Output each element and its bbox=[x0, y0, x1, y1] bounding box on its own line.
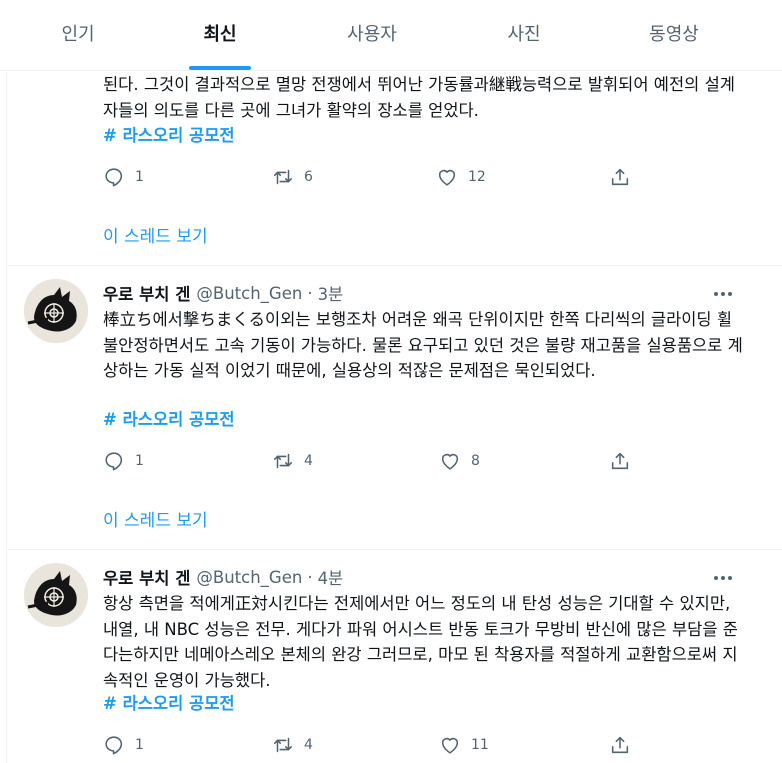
share-icon bbox=[611, 168, 629, 186]
tweet-separator bbox=[6, 549, 782, 550]
tab-videos-label: 동영상 bbox=[649, 24, 699, 45]
hashtag-link[interactable]: # 라스오리 공모전 bbox=[103, 125, 235, 147]
retweet-icon bbox=[273, 453, 293, 469]
hashtag-link[interactable]: # 라스오리 공모전 bbox=[103, 693, 235, 715]
retweet-button[interactable]: 4 bbox=[272, 734, 313, 756]
tab-top[interactable]: 인기 bbox=[3, 0, 153, 70]
avatar[interactable] bbox=[24, 563, 88, 627]
active-tab-indicator bbox=[189, 66, 251, 70]
tweet-header: 우로 부치 겐 @Butch_Gen · 4분 bbox=[103, 565, 343, 589]
tab-photos[interactable]: 사진 bbox=[449, 0, 599, 70]
avatar[interactable] bbox=[24, 279, 88, 343]
reply-count: 1 bbox=[135, 169, 144, 185]
reply-button[interactable]: 1 bbox=[103, 450, 144, 472]
tab-people-label: 사용자 bbox=[347, 24, 397, 45]
tab-people[interactable]: 사용자 bbox=[297, 0, 447, 70]
tweet-time[interactable]: 3분 bbox=[318, 281, 344, 305]
author-handle[interactable]: @Butch_Gen bbox=[196, 284, 302, 303]
tweet-text: 항상 측면을 적에게正対시킨다는 전제에서만 어느 정도의 내 탄성 성능은 기… bbox=[103, 594, 738, 690]
like-count: 11 bbox=[471, 737, 489, 753]
reply-button[interactable]: 1 bbox=[103, 734, 144, 756]
like-count: 12 bbox=[468, 169, 486, 185]
retweet-count: 6 bbox=[304, 169, 313, 185]
share-button[interactable] bbox=[609, 450, 631, 472]
like-button[interactable]: 8 bbox=[439, 450, 480, 472]
search-tabs: 인기 최신 사용자 사진 동영상 bbox=[0, 0, 782, 71]
avatar-cat-image bbox=[24, 563, 88, 627]
like-count: 8 bbox=[471, 453, 480, 469]
reply-count: 1 bbox=[135, 737, 144, 753]
tab-top-label: 인기 bbox=[61, 24, 95, 45]
show-thread-link[interactable]: 이 스레드 보기 bbox=[103, 222, 208, 247]
more-options-button[interactable] bbox=[711, 568, 735, 588]
tab-latest[interactable]: 최신 bbox=[145, 0, 295, 70]
timeline-border bbox=[6, 70, 7, 763]
author-name[interactable]: 우로 부치 겐 bbox=[103, 281, 190, 305]
reply-icon bbox=[105, 452, 123, 471]
share-icon bbox=[611, 452, 629, 470]
tweet-time[interactable]: 4분 bbox=[318, 565, 344, 589]
retweet-button[interactable]: 6 bbox=[272, 166, 313, 188]
like-button[interactable]: 11 bbox=[439, 734, 489, 756]
author-name[interactable]: 우로 부치 겐 bbox=[103, 565, 190, 589]
more-options-button[interactable] bbox=[711, 284, 735, 304]
retweet-icon bbox=[273, 169, 293, 185]
header-dot: · bbox=[307, 567, 313, 587]
hashtag-link[interactable]: # 라스오리 공모전 bbox=[103, 409, 235, 431]
show-thread-link[interactable]: 이 스레드 보기 bbox=[103, 506, 208, 531]
tab-videos[interactable]: 동영상 bbox=[599, 0, 749, 70]
tweet-separator bbox=[6, 265, 782, 266]
author-handle[interactable]: @Butch_Gen bbox=[196, 568, 302, 587]
like-button[interactable]: 12 bbox=[436, 166, 486, 188]
reply-icon bbox=[105, 736, 123, 755]
tweet-text: 된다. 그것이 결과적으로 멸망 전쟁에서 뛰어난 가동률과継戦능력으로 발휘되… bbox=[103, 75, 735, 120]
reply-button[interactable]: 1 bbox=[103, 166, 144, 188]
retweet-count: 4 bbox=[304, 453, 313, 469]
reply-count: 1 bbox=[135, 453, 144, 469]
reply-icon bbox=[105, 168, 123, 187]
header-dot: · bbox=[307, 283, 313, 303]
share-icon bbox=[611, 736, 629, 754]
heart-icon bbox=[441, 737, 459, 754]
tab-latest-label: 최신 bbox=[203, 24, 237, 45]
heart-icon bbox=[438, 169, 456, 186]
retweet-icon bbox=[273, 737, 293, 753]
tab-photos-label: 사진 bbox=[507, 24, 541, 45]
share-button[interactable] bbox=[609, 734, 631, 756]
retweet-button[interactable]: 4 bbox=[272, 450, 313, 472]
share-button[interactable] bbox=[609, 166, 631, 188]
avatar-cat-image bbox=[24, 279, 88, 343]
heart-icon bbox=[441, 453, 459, 470]
tweet-text: 棒立ち에서撃ちまくる이외는 보행조차 어려운 왜곡 단위이지만 한쪽 다리씩의 … bbox=[103, 310, 743, 380]
tweet-header: 우로 부치 겐 @Butch_Gen · 3분 bbox=[103, 281, 343, 305]
retweet-count: 4 bbox=[304, 737, 313, 753]
